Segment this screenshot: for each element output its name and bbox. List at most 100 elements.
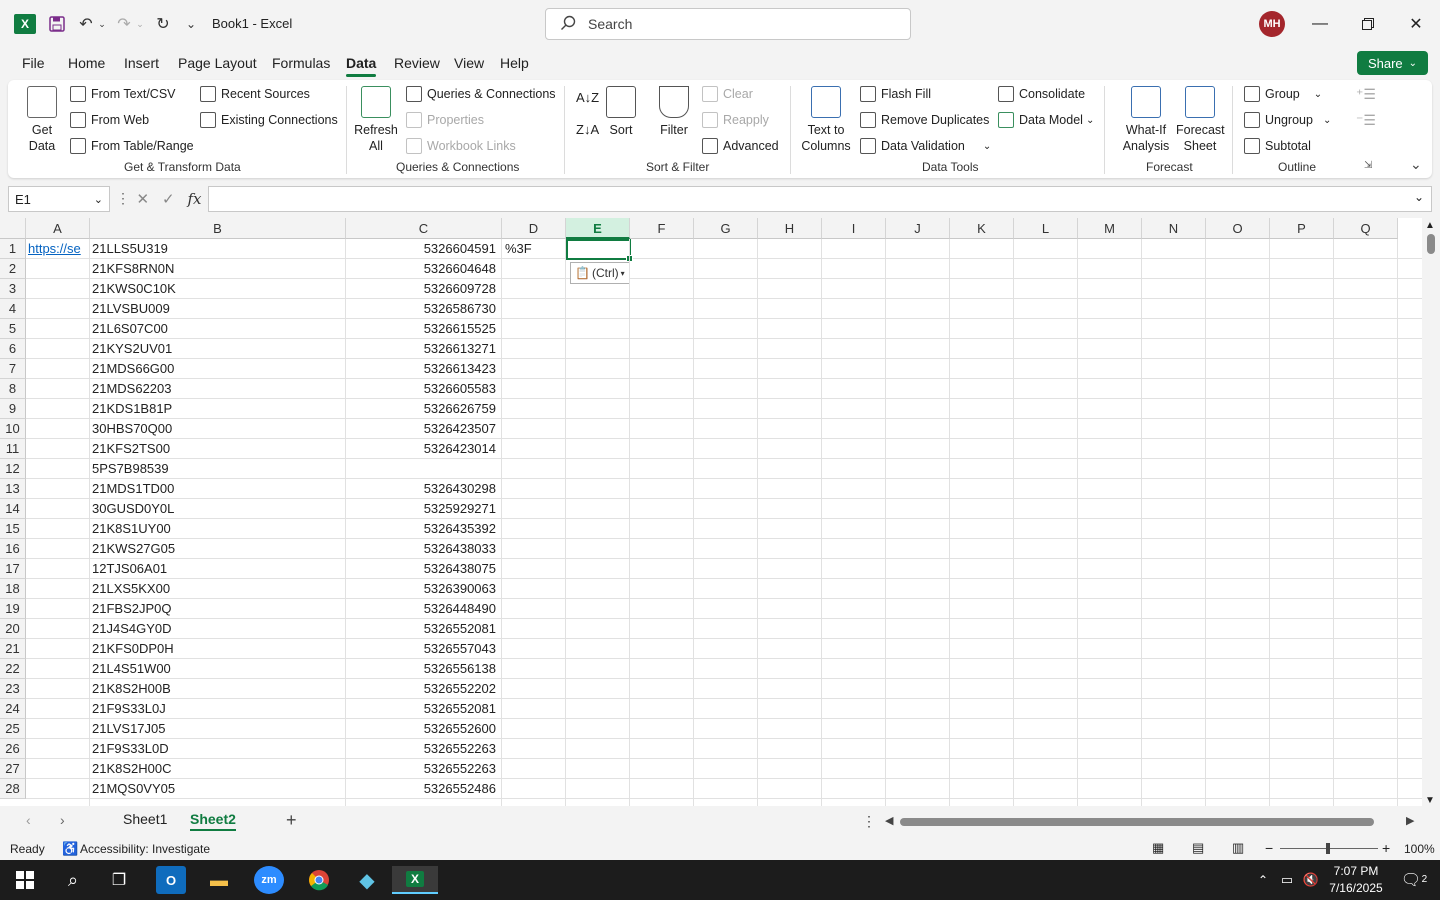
cell-c23[interactable]: 5326552202 — [346, 679, 496, 699]
cell-b12[interactable]: 5PS7B98539 — [92, 459, 342, 479]
undo-dropdown-icon[interactable]: ⌄ — [96, 12, 108, 36]
row-header[interactable]: 11 — [0, 439, 26, 459]
zoom-app-icon[interactable]: zm — [254, 866, 284, 894]
prev-sheet-icon[interactable]: ‹ — [26, 812, 31, 828]
row-header[interactable]: 9 — [0, 399, 26, 419]
scroll-up-icon[interactable]: ▲ — [1425, 220, 1435, 231]
cell-b2[interactable]: 21KFS8RN0N — [92, 259, 342, 279]
row-header[interactable]: 13 — [0, 479, 26, 499]
accessibility-status[interactable]: Accessibility: Investigate — [80, 842, 210, 856]
row-header[interactable]: 23 — [0, 679, 26, 699]
horizontal-scroll-thumb[interactable] — [900, 818, 1374, 826]
column-header-m[interactable]: M — [1078, 218, 1142, 239]
refresh-all-button[interactable]: Refresh All — [354, 86, 398, 154]
row-header[interactable]: 4 — [0, 299, 26, 319]
tab-home[interactable]: Home — [68, 55, 105, 71]
cell-b11[interactable]: 21KFS2TS00 — [92, 439, 342, 459]
cell-c27[interactable]: 5326552263 — [346, 759, 496, 779]
sheet-tab-sheet2[interactable]: Sheet2 — [190, 811, 236, 831]
cell-c28[interactable]: 5326552486 — [346, 779, 496, 799]
page-layout-view-icon[interactable]: ▤ — [1192, 840, 1204, 856]
column-header-q[interactable]: Q — [1334, 218, 1398, 239]
cell-b8[interactable]: 21MDS62203 — [92, 379, 342, 399]
restore-icon[interactable] — [1356, 12, 1380, 36]
cell-c26[interactable]: 5326552263 — [346, 739, 496, 759]
from-text-csv-button[interactable]: From Text/CSV — [70, 86, 176, 102]
dialog-launcher-icon[interactable]: ⇲ — [1364, 160, 1372, 171]
ungroup-button[interactable]: Ungroup ⌄ — [1244, 112, 1331, 128]
column-header-e[interactable]: E — [566, 218, 630, 239]
customize-toolbar-icon[interactable]: ⌄ — [182, 12, 200, 36]
file-explorer-icon[interactable]: ▬ — [204, 866, 234, 894]
search-box[interactable]: Search — [545, 8, 911, 40]
zoom-level[interactable]: 100% — [1404, 842, 1435, 856]
data-model-button[interactable]: Data Model ⌄ — [998, 112, 1094, 128]
zoom-out-icon[interactable]: − — [1265, 840, 1273, 856]
cell-b5[interactable]: 21L6S07C00 — [92, 319, 342, 339]
subtotal-button[interactable]: Subtotal — [1244, 138, 1311, 154]
column-header-i[interactable]: I — [822, 218, 886, 239]
cell-b23[interactable]: 21K8S2H00B — [92, 679, 342, 699]
cell-a1[interactable]: https://se — [28, 239, 90, 259]
row-header[interactable]: 1 — [0, 239, 26, 259]
tab-page-layout[interactable]: Page Layout — [178, 55, 257, 71]
cell-c15[interactable]: 5326435392 — [346, 519, 496, 539]
cell-c6[interactable]: 5326613271 — [346, 339, 496, 359]
column-header-k[interactable]: K — [950, 218, 1014, 239]
add-sheet-icon[interactable]: + — [286, 810, 297, 831]
column-header-a[interactable]: A — [26, 218, 90, 239]
row-header[interactable]: 6 — [0, 339, 26, 359]
cell-b28[interactable]: 21MQS0VY05 — [92, 779, 342, 799]
row-header[interactable]: 5 — [0, 319, 26, 339]
from-web-button[interactable]: From Web — [70, 112, 149, 128]
cell-b21[interactable]: 21KFS0DP0H — [92, 639, 342, 659]
cell-c13[interactable]: 5326430298 — [346, 479, 496, 499]
app-diamond-icon[interactable]: ◆ — [352, 866, 382, 894]
cell-c17[interactable]: 5326438075 — [346, 559, 496, 579]
column-header-c[interactable]: C — [346, 218, 502, 239]
sort-button[interactable]: Sort — [604, 86, 638, 138]
cell-c22[interactable]: 5326556138 — [346, 659, 496, 679]
cell-b7[interactable]: 21MDS66G00 — [92, 359, 342, 379]
cell-b24[interactable]: 21F9S33L0J — [92, 699, 342, 719]
remove-duplicates-button[interactable]: Remove Duplicates — [860, 112, 989, 128]
consolidate-button[interactable]: Consolidate — [998, 86, 1085, 102]
row-header[interactable]: 15 — [0, 519, 26, 539]
tab-review[interactable]: Review — [394, 55, 440, 71]
undo-icon[interactable]: ↶ — [76, 12, 96, 36]
column-header-h[interactable]: H — [758, 218, 822, 239]
column-header-g[interactable]: G — [694, 218, 758, 239]
cell-c20[interactable]: 5326552081 — [346, 619, 496, 639]
row-header[interactable]: 20 — [0, 619, 26, 639]
cell-b16[interactable]: 21KWS27G05 — [92, 539, 342, 559]
cell-b25[interactable]: 21LVS17J05 — [92, 719, 342, 739]
cell-b22[interactable]: 21L4S51W00 — [92, 659, 342, 679]
cell-c3[interactable]: 5326609728 — [346, 279, 496, 299]
scroll-left-icon[interactable]: ◀ — [885, 814, 893, 827]
row-header[interactable]: 25 — [0, 719, 26, 739]
sort-descending-icon[interactable]: Z↓A — [576, 122, 599, 137]
cell-d1[interactable]: %3F — [505, 239, 565, 259]
recent-sources-button[interactable]: Recent Sources — [200, 86, 310, 102]
tab-data[interactable]: Data — [346, 55, 377, 77]
row-header[interactable]: 22 — [0, 659, 26, 679]
row-header[interactable]: 18 — [0, 579, 26, 599]
cell-b14[interactable]: 30GUSD0Y0L — [92, 499, 342, 519]
column-header-f[interactable]: F — [630, 218, 694, 239]
cell-b10[interactable]: 30HBS70Q00 — [92, 419, 342, 439]
row-header[interactable]: 27 — [0, 759, 26, 779]
insert-function-icon[interactable]: fx — [188, 190, 202, 208]
cell-c9[interactable]: 5326626759 — [346, 399, 496, 419]
user-avatar[interactable]: MH — [1259, 11, 1285, 37]
cell-b18[interactable]: 21LXS5KX00 — [92, 579, 342, 599]
minimize-icon[interactable]: — — [1308, 12, 1332, 36]
row-header[interactable]: 21 — [0, 639, 26, 659]
sort-ascending-icon[interactable]: A↓Z — [576, 90, 599, 105]
row-header[interactable]: 14 — [0, 499, 26, 519]
tab-file[interactable]: File — [22, 55, 45, 71]
get-data-button[interactable]: Get Data — [24, 86, 60, 154]
vertical-scroll-thumb[interactable] — [1427, 234, 1435, 254]
zoom-in-icon[interactable]: + — [1382, 840, 1390, 856]
cell-b9[interactable]: 21KDS1B81P — [92, 399, 342, 419]
column-header-b[interactable]: B — [90, 218, 346, 239]
